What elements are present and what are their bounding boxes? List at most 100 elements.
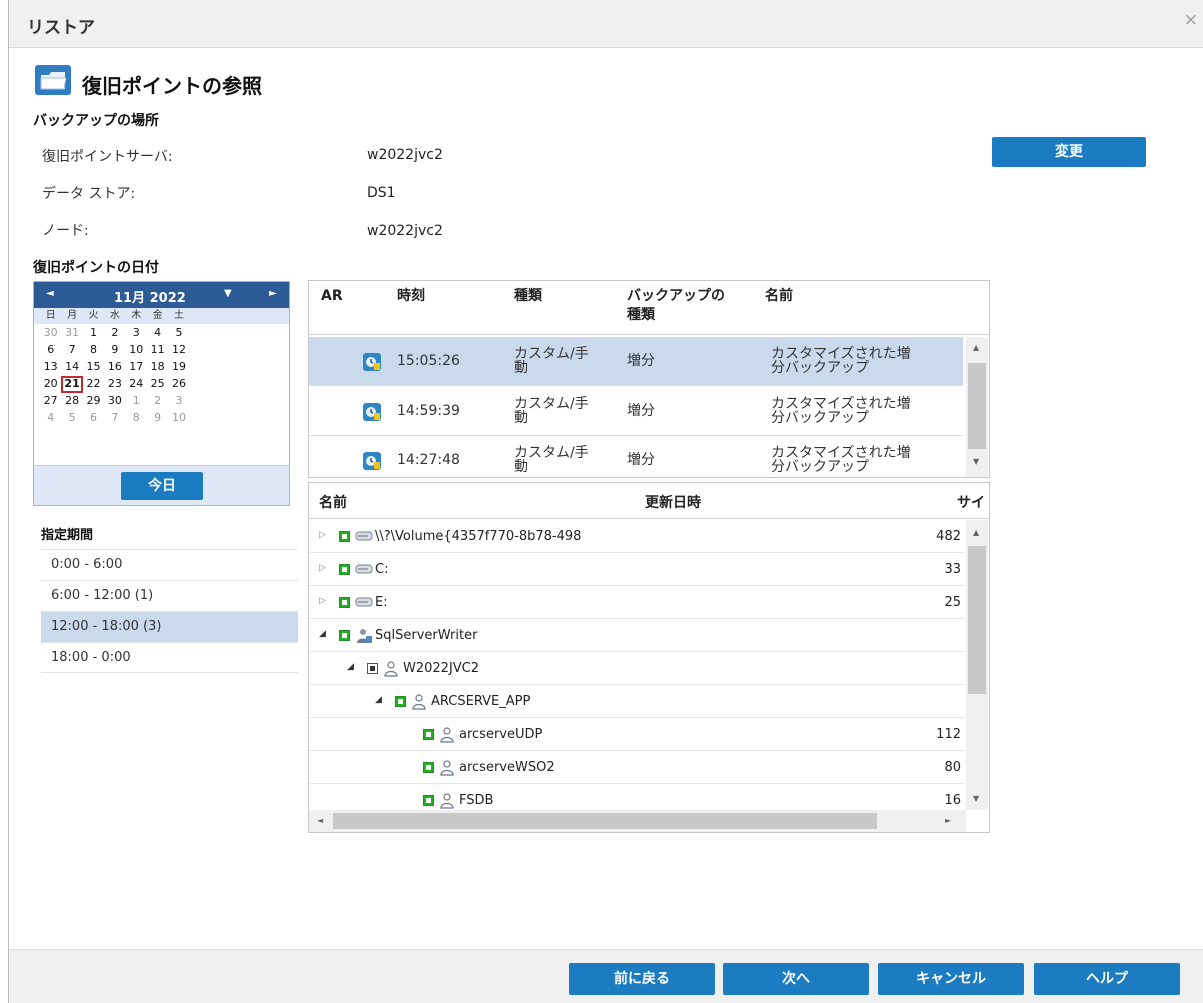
- period-item-selected[interactable]: 12:00 - 18:00 (3): [41, 611, 298, 642]
- calendar-day-other-month[interactable]: 31: [61, 325, 82, 342]
- calendar-day[interactable]: 17: [126, 359, 147, 376]
- calendar-day[interactable]: 13: [40, 359, 61, 376]
- calendar-day-other-month[interactable]: 8: [126, 410, 147, 427]
- period-item[interactable]: 18:00 - 0:00: [41, 642, 298, 673]
- calendar-day[interactable]: 20: [40, 376, 61, 393]
- col-modified[interactable]: 更新日時: [645, 492, 701, 512]
- calendar-day[interactable]: 25: [147, 376, 168, 393]
- next-month-icon[interactable]: ►: [269, 288, 277, 299]
- checkbox-checked[interactable]: [339, 564, 350, 575]
- calendar-day[interactable]: 26: [168, 376, 189, 393]
- collapse-icon[interactable]: ◢: [319, 629, 326, 639]
- calendar-day-other-month[interactable]: 9: [147, 410, 168, 427]
- tree-row[interactable]: ▷ E: 25: [309, 586, 965, 619]
- tree-row[interactable]: ▷ C: 33: [309, 553, 965, 586]
- scroll-thumb[interactable]: [968, 546, 986, 694]
- calendar-day[interactable]: 10: [126, 342, 147, 359]
- calendar-day[interactable]: 14: [61, 359, 82, 376]
- scroll-thumb[interactable]: [968, 363, 986, 449]
- calendar-day[interactable]: 5: [168, 325, 189, 342]
- calendar-day[interactable]: 24: [126, 376, 147, 393]
- recovery-point-row[interactable]: 14:27:48 カスタム/手 動 増分 カスタマイズされた増 分バックアップ: [309, 436, 963, 477]
- col-kind[interactable]: 種類: [514, 287, 542, 306]
- checkbox-checked[interactable]: [339, 630, 350, 641]
- calendar-day-other-month[interactable]: 30: [40, 325, 61, 342]
- next-button[interactable]: 次へ: [723, 963, 869, 995]
- close-icon[interactable]: ×: [1184, 10, 1198, 30]
- checkbox-checked[interactable]: [423, 795, 434, 806]
- calendar-day[interactable]: 18: [147, 359, 168, 376]
- calendar-day[interactable]: 23: [104, 376, 125, 393]
- help-button[interactable]: ヘルプ: [1034, 963, 1180, 995]
- period-item[interactable]: 0:00 - 6:00: [41, 549, 298, 580]
- checkbox-partial[interactable]: [367, 663, 378, 674]
- today-button[interactable]: 今日: [121, 472, 203, 500]
- calendar-day[interactable]: 6: [40, 342, 61, 359]
- calendar-day-other-month[interactable]: 5: [61, 410, 82, 427]
- tree-row[interactable]: arcserveWSO2 80: [309, 751, 965, 784]
- change-button[interactable]: 変更: [992, 137, 1146, 167]
- calendar-day-other-month[interactable]: 1: [126, 393, 147, 410]
- calendar-day[interactable]: 16: [104, 359, 125, 376]
- calendar-day[interactable]: 12: [168, 342, 189, 359]
- calendar-day-other-month[interactable]: 2: [147, 393, 168, 410]
- col-time[interactable]: 時刻: [397, 287, 425, 306]
- col-ar[interactable]: AR: [321, 287, 343, 306]
- calendar-day-selected[interactable]: 21: [61, 376, 83, 393]
- recovery-point-scrollbar[interactable]: ▲ ▼: [966, 337, 988, 477]
- calendar-day[interactable]: 28: [61, 393, 82, 410]
- checkbox-checked[interactable]: [395, 696, 406, 707]
- collapse-icon[interactable]: ◢: [375, 695, 382, 705]
- calendar-day[interactable]: 30: [104, 393, 125, 410]
- recovery-point-row[interactable]: 14:59:39 カスタム/手 動 増分 カスタマイズされた増 分バックアップ: [309, 387, 963, 436]
- period-item[interactable]: 6:00 - 12:00 (1): [41, 580, 298, 611]
- tree-row[interactable]: ◢ W2022JVC2: [309, 652, 965, 685]
- checkbox-checked[interactable]: [339, 531, 350, 542]
- col-name[interactable]: 名前: [765, 287, 793, 306]
- scroll-down-icon[interactable]: ▼: [973, 794, 979, 803]
- back-button[interactable]: 前に戻る: [569, 963, 715, 995]
- scroll-down-icon[interactable]: ▼: [973, 457, 979, 466]
- tree-row[interactable]: ▷ \\?\Volume{4357f770-8b78-498 482: [309, 520, 965, 553]
- scroll-left-icon[interactable]: ◄: [317, 816, 323, 825]
- calendar-day[interactable]: 3: [126, 325, 147, 342]
- calendar-day[interactable]: 8: [83, 342, 104, 359]
- scroll-up-icon[interactable]: ▲: [973, 343, 979, 352]
- calendar-day[interactable]: 27: [40, 393, 61, 410]
- calendar-day-other-month[interactable]: 3: [168, 393, 189, 410]
- calendar-day[interactable]: 2: [104, 325, 125, 342]
- scroll-right-icon[interactable]: ►: [945, 816, 951, 825]
- tree-row[interactable]: arcserveUDP 112: [309, 718, 965, 751]
- calendar-day[interactable]: 22: [83, 376, 104, 393]
- calendar-day[interactable]: 11: [147, 342, 168, 359]
- calendar-day[interactable]: 1: [83, 325, 104, 342]
- checkbox-checked[interactable]: [423, 729, 434, 740]
- cancel-button[interactable]: キャンセル: [878, 963, 1024, 995]
- calendar-day[interactable]: 15: [83, 359, 104, 376]
- expand-icon[interactable]: ▷: [319, 563, 326, 573]
- expand-icon[interactable]: ▷: [319, 596, 326, 606]
- month-dropdown-icon[interactable]: ▼: [224, 288, 232, 299]
- calendar-day-other-month[interactable]: 6: [83, 410, 104, 427]
- collapse-icon[interactable]: ◢: [347, 662, 354, 672]
- col-size[interactable]: サイ: [957, 492, 985, 512]
- calendar-day[interactable]: 19: [168, 359, 189, 376]
- recovery-point-row-selected[interactable]: 15:05:26 カスタム/手 動 増分 カスタマイズされた増 分バックアップ: [309, 337, 963, 386]
- expand-icon[interactable]: ▷: [319, 530, 326, 540]
- prev-month-icon[interactable]: ◄: [46, 288, 54, 299]
- col-backup-type[interactable]: バックアップの 種類: [627, 287, 725, 325]
- scroll-up-icon[interactable]: ▲: [973, 528, 979, 537]
- calendar-day-other-month[interactable]: 4: [40, 410, 61, 427]
- col-name[interactable]: 名前: [319, 492, 347, 512]
- checkbox-checked[interactable]: [423, 762, 434, 773]
- tree-row[interactable]: ◢ SqlServerWriter: [309, 619, 965, 652]
- calendar-day[interactable]: 7: [61, 342, 82, 359]
- tree-hscrollbar[interactable]: ◄ ►: [309, 810, 966, 832]
- tree-row[interactable]: ◢ ARCSERVE_APP: [309, 685, 965, 718]
- calendar-day[interactable]: 9: [104, 342, 125, 359]
- tree-vscrollbar[interactable]: ▲ ▼: [966, 520, 988, 810]
- calendar-day-other-month[interactable]: 10: [168, 410, 189, 427]
- calendar-day[interactable]: 29: [83, 393, 104, 410]
- checkbox-checked[interactable]: [339, 597, 350, 608]
- calendar-day-other-month[interactable]: 7: [104, 410, 125, 427]
